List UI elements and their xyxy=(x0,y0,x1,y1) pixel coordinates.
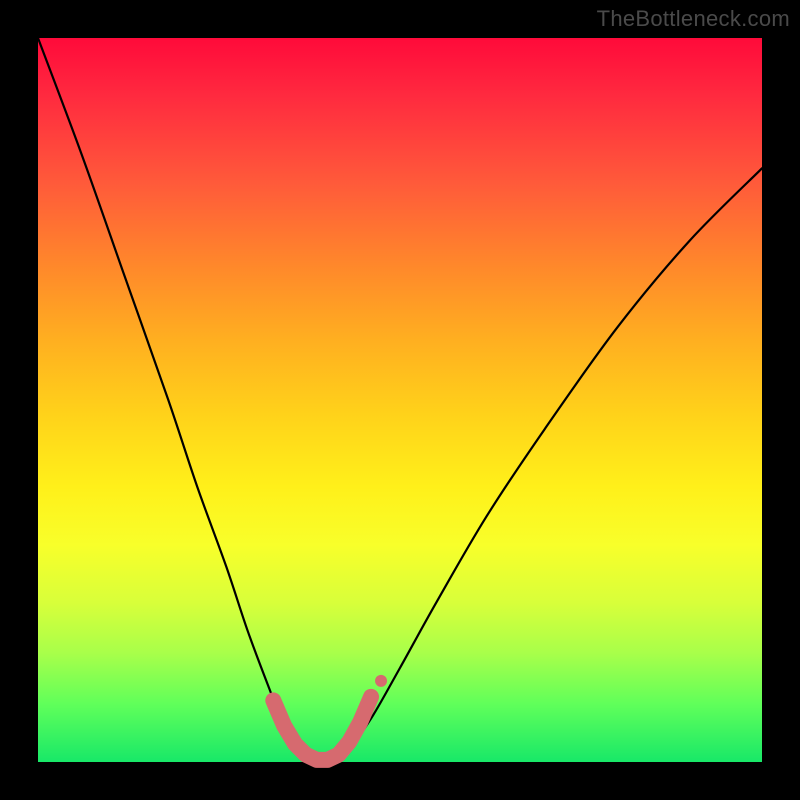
bottleneck-curve-path xyxy=(38,38,762,764)
trough-marker-stroke xyxy=(273,697,371,760)
plot-area xyxy=(38,38,762,762)
chart-frame: TheBottleneck.com xyxy=(0,0,800,800)
chart-svg xyxy=(38,38,762,762)
trough-marker-group xyxy=(273,675,387,760)
trough-marker-dot xyxy=(375,675,387,687)
watermark-text: TheBottleneck.com xyxy=(597,6,790,32)
